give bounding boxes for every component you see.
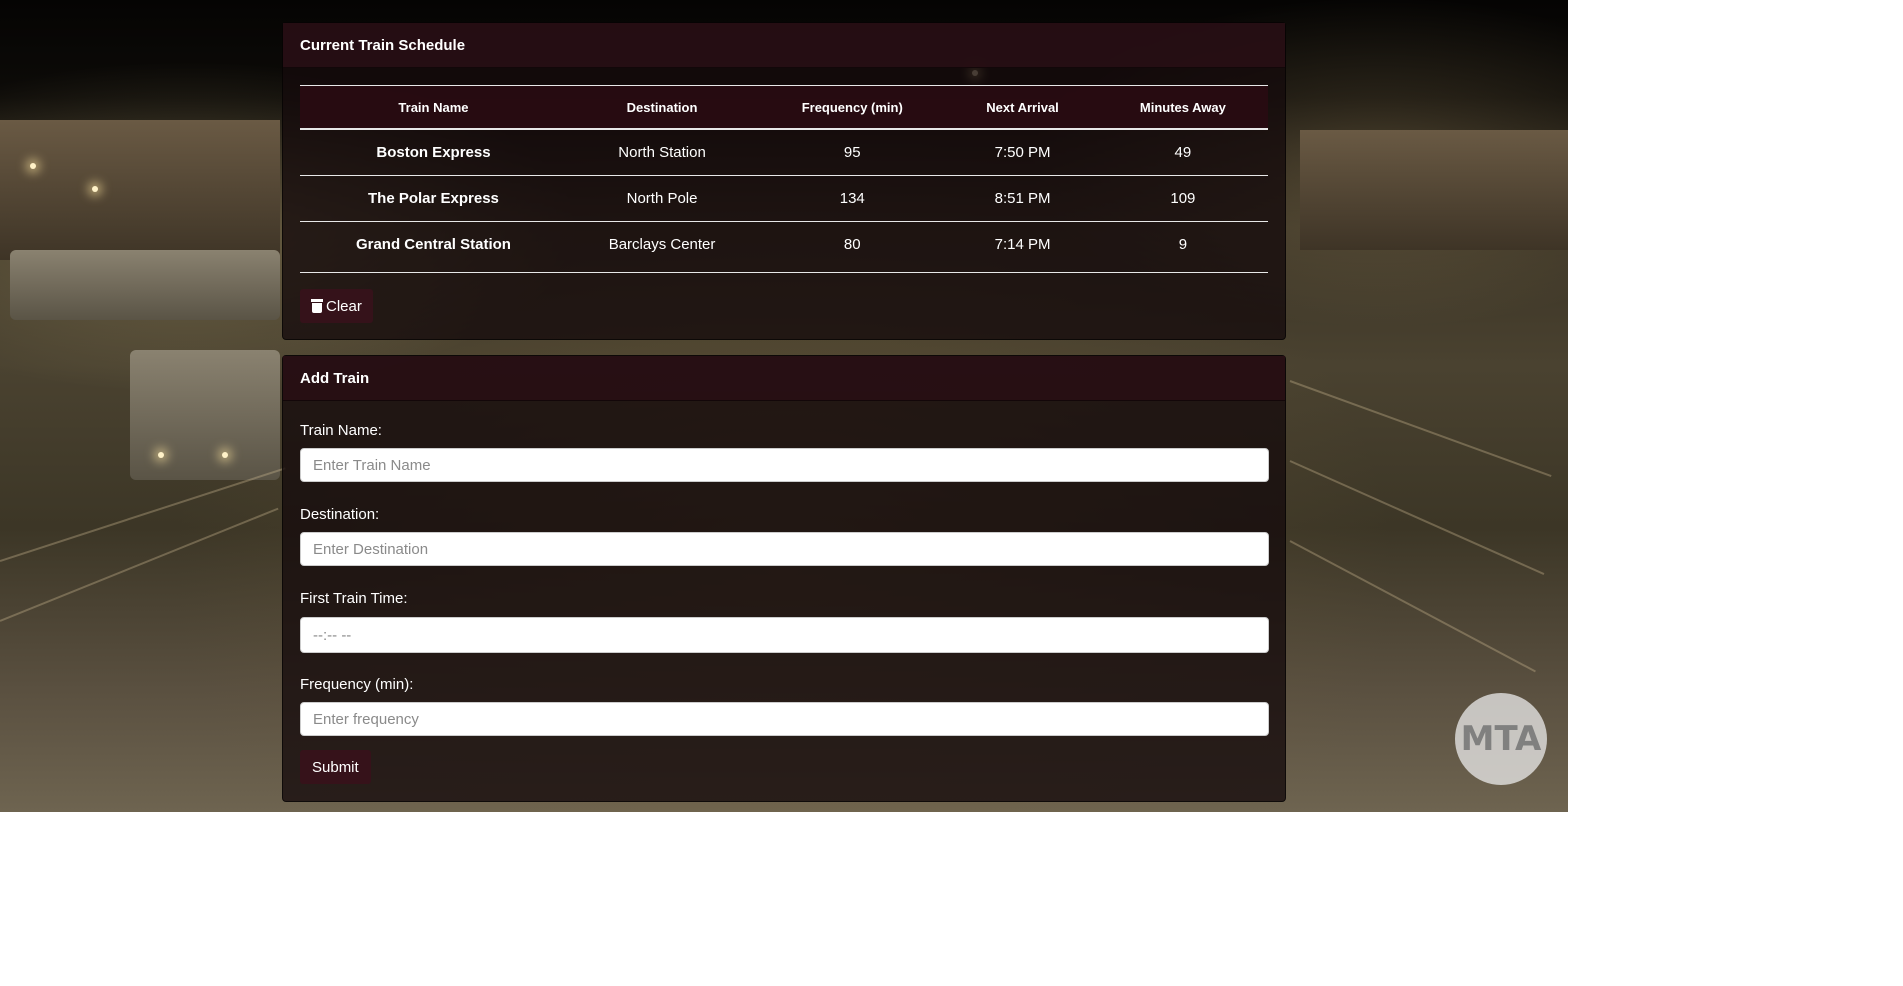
background-building [0, 120, 280, 260]
frequency-input[interactable] [300, 702, 1269, 736]
table-row: Boston Express North Station 95 7:50 PM … [300, 129, 1268, 176]
cell-frequency: 80 [843, 236, 861, 253]
background-lamp [92, 186, 98, 192]
trash-icon [311, 299, 323, 313]
cell-next-arrival: 8:51 PM [947, 175, 1098, 222]
first-train-time-input[interactable] [300, 617, 1269, 653]
background-lamp [30, 163, 36, 169]
column-header-frequency: Frequency (min) [757, 85, 948, 130]
table-bottom-divider [300, 272, 1268, 273]
background-rail [1289, 460, 1545, 575]
cell-destination: Barclays Center [608, 236, 716, 253]
column-header-minutes-away: Minutes Away [1097, 85, 1268, 130]
cell-train-name: Grand Central Station [355, 236, 511, 253]
destination-input[interactable] [300, 532, 1269, 566]
table-header-row: Train Name Destination Frequency (min) N… [300, 85, 1268, 130]
schedule-panel-title: Current Train Schedule [283, 23, 1285, 68]
background-rail [0, 507, 279, 622]
table-row: The Polar Express North Pole 134 8:51 PM… [300, 175, 1268, 222]
cell-minutes-away: 109 [1097, 175, 1268, 222]
background-lamp [158, 452, 164, 458]
cell-train-name: The Polar Express [300, 175, 567, 222]
background-rail [1289, 380, 1552, 478]
add-train-panel-title: Add Train [283, 356, 1285, 401]
add-train-panel: Add Train Train Name: Destination: First… [282, 355, 1286, 802]
clear-button[interactable]: Clear [300, 289, 373, 323]
cell-frequency: 95 [757, 129, 948, 176]
cell-destination: North Station [566, 129, 758, 176]
cell-destination: North Pole [566, 175, 758, 222]
mta-logo-text: MTA [1460, 719, 1542, 759]
background-rail [1289, 540, 1536, 673]
first-train-time-label: First Train Time: [300, 590, 408, 607]
background-train [130, 350, 280, 480]
cell-next-arrival: 7:14 PM [994, 236, 1051, 253]
submit-button[interactable]: Submit [300, 750, 371, 784]
background-building [1300, 130, 1568, 250]
cell-minutes-away: 9 [1178, 236, 1188, 253]
cell-minutes-away: 49 [1097, 129, 1268, 176]
column-header-destination: Destination [566, 85, 758, 130]
mta-logo: MTA [1455, 693, 1547, 785]
destination-label: Destination: [300, 506, 380, 523]
background-train [10, 250, 280, 320]
train-name-label: Train Name: [300, 422, 382, 439]
schedule-table: Train Name Destination Frequency (min) N… [300, 85, 1268, 267]
column-header-train-name: Train Name [300, 85, 567, 130]
cell-next-arrival: 7:50 PM [947, 129, 1098, 176]
cell-train-name: Boston Express [300, 129, 567, 176]
clear-button-label: Clear [326, 297, 362, 315]
train-name-input[interactable] [300, 448, 1269, 482]
schedule-panel: Current Train Schedule Train Name Destin… [282, 22, 1286, 340]
background-lamp [222, 452, 228, 458]
background-rail [0, 467, 286, 562]
column-header-next-arrival: Next Arrival [947, 85, 1098, 130]
table-row: Grand Central Station Barclays Center 80… [300, 222, 1268, 268]
frequency-label: Frequency (min): [300, 676, 414, 693]
cell-frequency: 134 [757, 175, 948, 222]
